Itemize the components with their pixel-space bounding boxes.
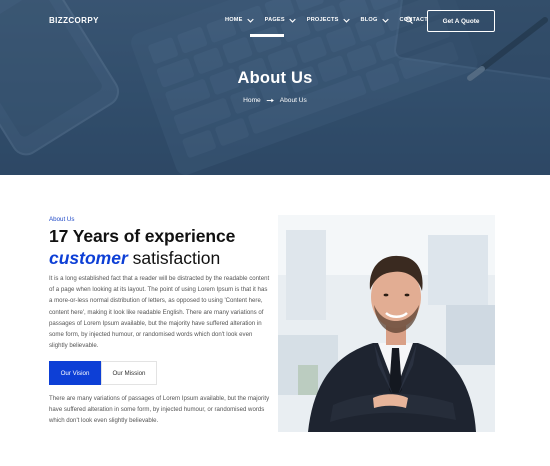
arrow-right-icon — [266, 98, 274, 103]
heading-accent-word: customer — [49, 248, 128, 268]
nav-item-blog[interactable]: BLOG — [361, 16, 389, 24]
tab-our-mission[interactable]: Our Mission — [101, 361, 157, 385]
businessman-portrait-image — [278, 215, 495, 432]
search-icon[interactable] — [405, 16, 413, 24]
tab-our-vision[interactable]: Our Vision — [49, 361, 101, 385]
section-heading-line2: customer satisfaction — [49, 248, 220, 269]
about-paragraph: It is a long established fact that a rea… — [49, 275, 270, 350]
nav-item-contact[interactable]: CONTACT — [400, 16, 428, 24]
chevron-down-icon — [342, 18, 350, 23]
vision-mission-tabs: Our Vision Our Mission — [49, 361, 157, 385]
nav-item-projects[interactable]: PROJECTS — [307, 16, 350, 24]
heading-rest-text: satisfaction — [127, 248, 221, 268]
nav-item-label: CONTACT — [399, 17, 428, 23]
portrait-illustration — [278, 215, 495, 432]
tab-content-paragraph: There are many variations of passages of… — [49, 395, 270, 425]
chevron-down-icon — [246, 18, 254, 23]
page-title: About Us — [237, 69, 313, 87]
brand-logo[interactable]: BIZZCORPY — [49, 16, 99, 25]
breadcrumb: Home About Us — [0, 97, 550, 104]
breadcrumb-home-link[interactable]: Home — [243, 97, 261, 104]
chevron-down-icon — [289, 18, 296, 23]
nav-item-pages[interactable]: PAGES — [265, 16, 296, 24]
section-eyebrow: About Us — [49, 216, 75, 223]
breadcrumb-current: About Us — [279, 97, 307, 104]
nav-active-indicator — [250, 34, 284, 37]
page-hero: BIZZCORPY HOME PAGES PROJECTS BLOG CONTA… — [0, 0, 550, 175]
nav-item-label: PAGES — [264, 17, 285, 23]
nav-item-label: BLOG — [360, 17, 378, 23]
top-navigation: BIZZCORPY HOME PAGES PROJECTS BLOG CONTA… — [0, 0, 550, 40]
nav-item-label: HOME — [225, 17, 243, 23]
nav-item-label: PROJECTS — [306, 17, 339, 23]
nav-item-home[interactable]: HOME — [225, 16, 254, 24]
get-a-quote-button[interactable]: Get A Quote — [427, 10, 495, 32]
section-heading-line1: 17 Years of experience — [49, 226, 236, 246]
chevron-down-icon — [381, 18, 389, 23]
